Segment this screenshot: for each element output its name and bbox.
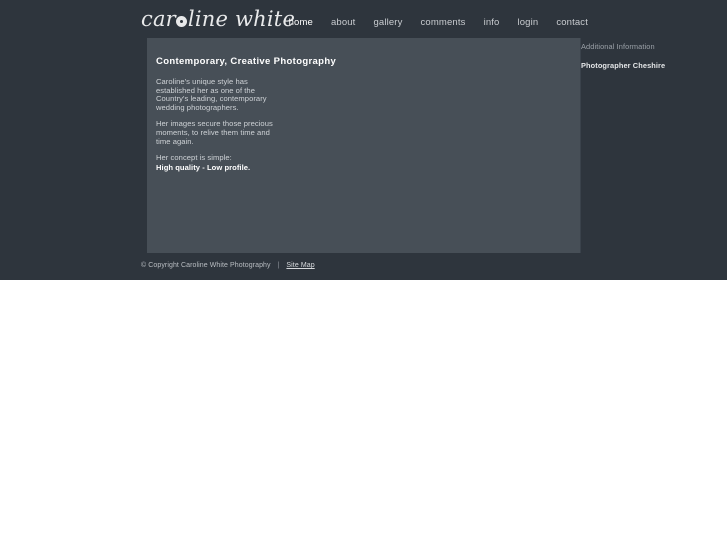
site-footer: © Copyright Caroline White Photography |… xyxy=(141,261,641,271)
article-paragraph-1: Caroline's unique style has established … xyxy=(156,77,267,112)
content-panel: Contemporary, Creative Photography Carol… xyxy=(147,38,580,253)
sidebar-heading: Additional Information xyxy=(581,42,655,51)
article-paragraph-3: Her concept is simple: xyxy=(156,153,232,163)
footer-copyright: © Copyright Caroline White Photography xyxy=(141,262,271,269)
nav-item-about[interactable]: about xyxy=(322,17,365,29)
sidebar-link-photographer-cheshire[interactable]: Photographer Cheshire xyxy=(581,61,721,71)
footer-separator: | xyxy=(277,262,280,269)
page-title: Contemporary, Creative Photography xyxy=(156,56,337,67)
nav-item-home[interactable]: home xyxy=(280,17,322,29)
article-tagline: High quality - Low profile. xyxy=(156,162,251,172)
article-paragraph-2: Her images secure those precious moments… xyxy=(156,119,273,146)
page-background: car line white home about gallery comment… xyxy=(0,0,727,280)
nav-item-info[interactable]: info xyxy=(475,17,509,29)
article-body: Contemporary, Creative Photography Carol… xyxy=(156,56,446,180)
nav-item-gallery[interactable]: gallery xyxy=(364,17,411,29)
site-logo[interactable]: car line white xyxy=(141,7,295,31)
footer-link-site-map[interactable]: Site Map xyxy=(286,261,314,271)
nav-item-login[interactable]: login xyxy=(508,17,547,29)
nav-item-contact[interactable]: contact xyxy=(547,17,588,29)
nav-item-comments[interactable]: comments xyxy=(412,17,475,29)
site-header: car line white home about gallery comment… xyxy=(0,0,727,38)
sidebar: Additional Information Photographer Ches… xyxy=(580,38,727,253)
camera-lens-icon xyxy=(176,16,188,27)
logo-text-prefix: car xyxy=(141,7,176,31)
main-navigation: home about gallery comments info login c… xyxy=(280,17,588,29)
sidebar-content: Additional Information Photographer Ches… xyxy=(581,42,721,71)
